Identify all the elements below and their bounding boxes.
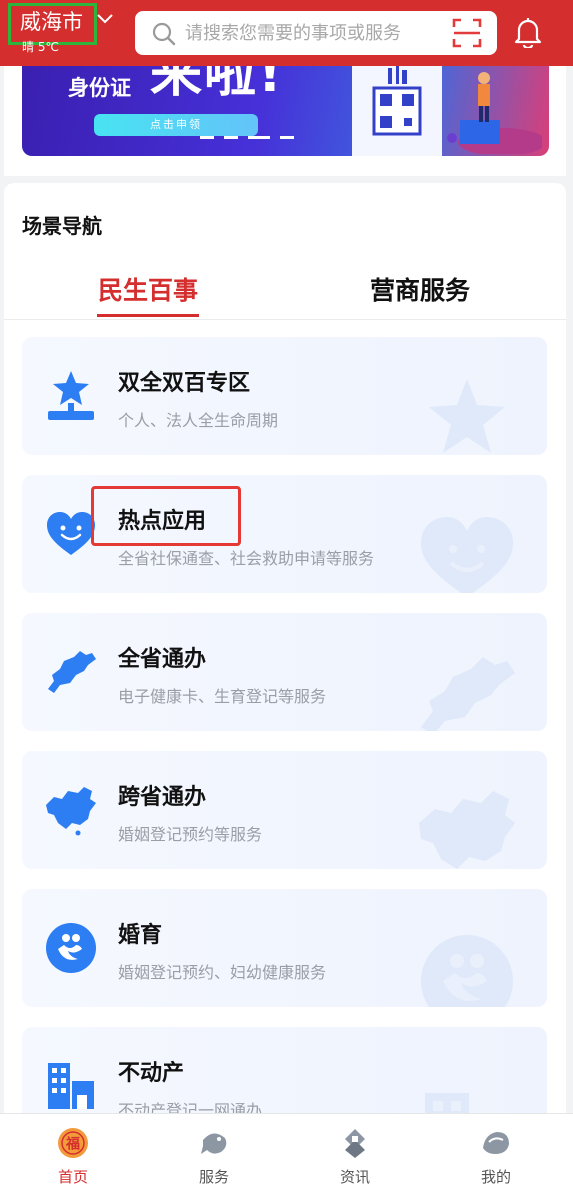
chevron-down-icon[interactable]: [96, 12, 114, 26]
city-name: 威海市: [20, 10, 83, 34]
item-title: 热点应用: [118, 509, 207, 534]
carousel-dot[interactable]: [224, 136, 238, 139]
top-header: 威海市 晴 5℃: [0, 0, 573, 66]
family-watermark-icon: [421, 935, 513, 1007]
active-tab-indicator: [97, 314, 199, 317]
list-item-province-service[interactable]: 全省通办 电子健康卡、生育登记等服务: [22, 613, 547, 731]
nav-home[interactable]: 福 首页: [28, 1126, 118, 1187]
promo-banner[interactable]: 身份证 来啦! 点击申领: [22, 58, 549, 156]
home-fu-icon: 福: [58, 1128, 88, 1158]
shandong-map-icon: [48, 651, 96, 693]
search-icon: [152, 22, 176, 46]
news-icon: [345, 1129, 365, 1158]
china-map-icon: [46, 787, 96, 836]
search-input[interactable]: [185, 11, 440, 55]
nav-service[interactable]: 服务: [169, 1126, 259, 1187]
shandong-watermark-icon: [421, 657, 515, 731]
building-icon: [48, 1063, 94, 1109]
family-icon: [46, 923, 96, 973]
bell-icon[interactable]: [513, 16, 543, 48]
section-title: 场景导航: [22, 214, 102, 238]
carousel-dot[interactable]: [200, 136, 214, 139]
star-watermark-icon: [429, 379, 505, 453]
carousel-indicator: [200, 136, 294, 139]
weather-text: 晴 5℃: [22, 40, 59, 54]
nav-label: 服务: [198, 1168, 229, 1186]
profile-icon: [483, 1132, 509, 1154]
banner-area: 身份证 来啦! 点击申领: [4, 58, 566, 176]
banner-person-illustration: [447, 72, 542, 154]
item-subtitle: 电子健康卡、生育登记等服务: [118, 687, 327, 706]
city-selector[interactable]: 威海市: [8, 3, 97, 45]
list-item-dual-service[interactable]: 双全双百专区 个人、法人全生命周期: [22, 337, 547, 455]
item-subtitle: 婚姻登记预约、妇幼健康服务: [118, 963, 327, 982]
item-subtitle: 婚姻登记预约等服务: [118, 825, 263, 844]
scan-icon[interactable]: [451, 17, 483, 49]
qr-code-image: [352, 58, 442, 156]
item-title: 全省通办: [118, 647, 207, 672]
heart-watermark-icon: [421, 517, 513, 593]
list-item-marriage-birth[interactable]: 婚育 婚姻登记预约、妇幼健康服务: [22, 889, 547, 1007]
nav-news[interactable]: 资讯: [310, 1126, 400, 1187]
nav-mine[interactable]: 我的: [451, 1126, 541, 1187]
item-subtitle: 个人、法人全生命周期: [118, 411, 279, 430]
list-item-cross-province[interactable]: 跨省通办 婚姻登记预约等服务: [22, 751, 547, 869]
carousel-dot-active[interactable]: [248, 136, 270, 139]
nav-label: 我的: [480, 1168, 511, 1186]
list-item-hot-apps[interactable]: 热点应用 全省社保通查、社会救助申请等服务: [22, 475, 547, 593]
service-fish-icon: [201, 1133, 227, 1154]
tab-livelihood[interactable]: 民生百事: [98, 271, 198, 307]
item-title: 不动产: [118, 1061, 185, 1086]
china-watermark-icon: [419, 791, 515, 869]
bottom-navigation: 福 首页 服务 资讯 我的: [0, 1113, 573, 1199]
tab-business[interactable]: 营商服务: [370, 271, 470, 307]
app-screen: 威海市 晴 5℃ 身份证 来啦! 点击申领: [0, 0, 573, 1199]
tab-divider: [4, 319, 566, 320]
item-title: 跨省通办: [118, 785, 207, 810]
svg-text:福: 福: [65, 1136, 80, 1153]
search-bar[interactable]: [135, 11, 497, 55]
banner-id-text: 身份证: [68, 76, 131, 100]
item-title: 双全双百专区: [118, 371, 251, 396]
heart-smile-icon: [47, 512, 95, 555]
carousel-dot[interactable]: [280, 136, 294, 139]
scene-navigation-card: 场景导航 民生百事 营商服务 双全双百专区 个人、法人全生命周期 热点应用 全省…: [4, 183, 566, 1199]
nav-label: 首页: [57, 1168, 88, 1186]
item-subtitle: 全省社保通查、社会救助申请等服务: [118, 549, 375, 568]
star-podium-icon: [48, 371, 94, 420]
nav-label: 资讯: [339, 1168, 370, 1186]
item-title: 婚育: [118, 923, 163, 948]
banner-claim-button[interactable]: 点击申领: [94, 114, 258, 136]
